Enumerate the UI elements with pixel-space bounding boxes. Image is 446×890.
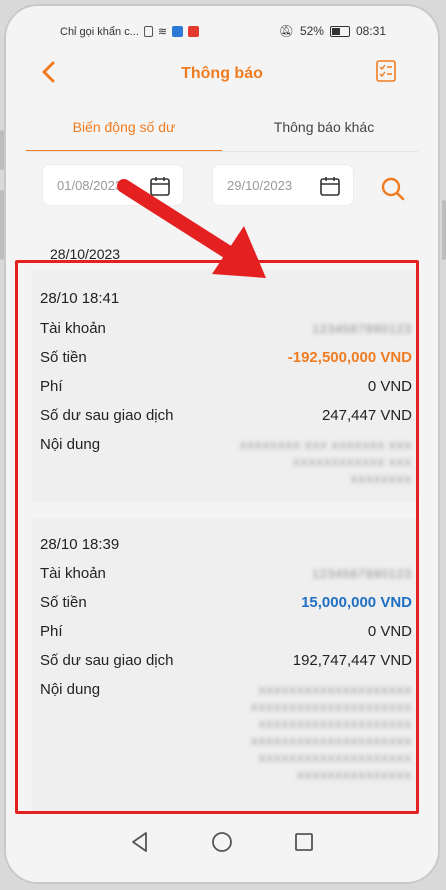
app-header: Thông báo <box>6 50 438 100</box>
to-date-field[interactable]: 29/10/2023 <box>212 164 354 206</box>
transaction-card[interactable]: 28/10 18:39 Tài khoản 1234567890123 Số t… <box>32 518 420 814</box>
battery-icon <box>329 25 350 37</box>
app-notification-icon <box>172 26 184 37</box>
from-date-field[interactable]: 01/08/2023 <box>42 164 184 206</box>
status-bar: Chỉ gọi khẩn c... ≋ 🔕︎ 52% 08:31 <box>6 20 438 42</box>
nav-recents-icon[interactable] <box>292 830 316 854</box>
account-label: Tài khoản <box>40 320 106 337</box>
account-number-redacted: 1234567890123 <box>312 567 412 581</box>
balance-label: Số dư sau giao dịch <box>40 652 174 669</box>
balance-value: 247,447 VND <box>321 407 412 424</box>
amount-label: Số tiền <box>40 349 87 366</box>
account-number-redacted: 1234567890123 <box>312 322 412 336</box>
amount-value: 15,000,000 VND <box>301 594 412 611</box>
sim-icon <box>143 26 153 37</box>
fee-value: 0 VND <box>367 623 412 640</box>
tab-bar: Biến động số dư Thông báo khác <box>26 110 418 152</box>
phone-screen: Chỉ gọi khẩn c... ≋ 🔕︎ 52% 08:31 Thông b… <box>4 4 440 884</box>
amount-label: Số tiền <box>40 594 87 611</box>
mute-icon: 🔕︎ <box>278 24 294 38</box>
transaction-time: 28/10 18:41 <box>40 290 120 307</box>
wifi-icon: ≋ <box>157 26 168 38</box>
content-redacted: XXXXXXXX XXX XXXXXXX XXX XXXXXXXXXXXX XX… <box>239 441 412 486</box>
content-redacted: XXXXXXXXXXXXXXXXXXXX XXXXXXXXXXXXXXXXXXX… <box>250 686 412 782</box>
from-date-value: 01/08/2023 <box>57 178 123 193</box>
content-label: Nội dung <box>40 681 101 698</box>
calendar-icon[interactable] <box>319 175 341 197</box>
nav-home-icon[interactable] <box>210 830 234 854</box>
battery-percent: 52% <box>299 24 324 38</box>
group-date-header: 28/10/2023 <box>50 246 121 262</box>
system-nav-bar <box>6 812 438 882</box>
checklist-icon[interactable] <box>374 59 398 83</box>
to-date-value: 29/10/2023 <box>227 178 293 193</box>
amount-value: -192,500,000 VND <box>287 349 412 366</box>
transaction-card[interactable]: 28/10 18:41 Tài khoản 1234567890123 Số t… <box>32 270 420 502</box>
fee-label: Phí <box>40 378 63 395</box>
carrier-text: Chỉ gọi khẩn c... <box>60 25 139 38</box>
tab-balance-changes[interactable]: Biến động số dư <box>26 110 222 152</box>
content-label: Nội dung <box>40 436 101 453</box>
clock: 08:31 <box>355 24 386 38</box>
side-button-right <box>442 200 446 260</box>
search-icon[interactable] <box>380 176 406 202</box>
nav-back-icon[interactable] <box>128 830 152 854</box>
account-label: Tài khoản <box>40 565 106 582</box>
fee-label: Phí <box>40 623 63 640</box>
fee-value: 0 VND <box>367 378 412 395</box>
balance-value: 192,747,447 VND <box>292 652 412 669</box>
balance-label: Số dư sau giao dịch <box>40 407 174 424</box>
tab-divider <box>26 151 418 152</box>
tab-other-notifications[interactable]: Thông báo khác <box>226 110 422 150</box>
calendar-icon[interactable] <box>149 175 171 197</box>
app-notification-icon-2 <box>188 26 200 37</box>
transaction-time: 28/10 18:39 <box>40 536 120 553</box>
